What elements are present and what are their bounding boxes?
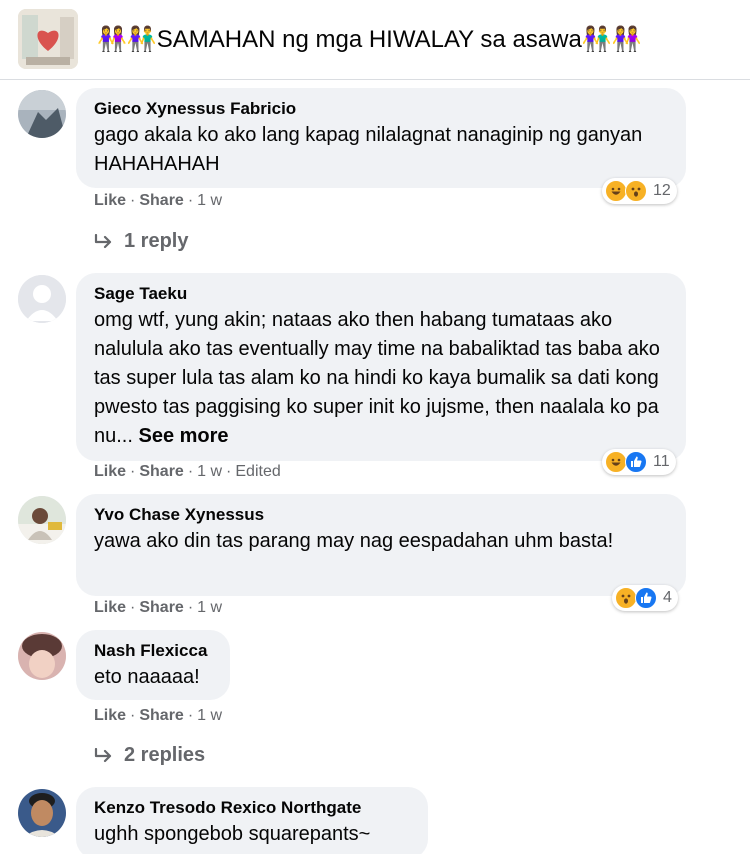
- replies-label: 2 replies: [124, 744, 206, 766]
- reply-arrow-icon: [94, 233, 112, 248]
- comment-author[interactable]: Sage Taeku: [94, 283, 668, 305]
- see-more-link[interactable]: See more: [138, 425, 228, 447]
- comment-bubble: Gieco Xynessus Fabricio gago akala ko ak…: [76, 88, 686, 188]
- like-link[interactable]: Like: [94, 192, 126, 209]
- comment-actions: Like · Share · 1 w: [94, 192, 223, 209]
- like-reaction-icon: [625, 451, 647, 473]
- like-link[interactable]: Like: [94, 599, 126, 616]
- comment-text: ughh spongebob squarepants~: [94, 823, 371, 845]
- reply-arrow-icon: [94, 747, 112, 762]
- wow-reaction-icon: [615, 587, 637, 609]
- comment-time[interactable]: 1 w: [197, 463, 222, 480]
- comment-author[interactable]: Yvo Chase Xynessus: [94, 504, 668, 526]
- comment-actions: Like · Share · 1 w · Edited: [94, 463, 281, 480]
- avatar[interactable]: [18, 90, 66, 138]
- comment-author[interactable]: Nash Flexicca: [94, 640, 212, 662]
- comment-bubble: Yvo Chase Xynessus yawa ako din tas para…: [76, 494, 686, 596]
- reaction-count: 11: [653, 453, 670, 470]
- comment-text: omg wtf, yung akin; nataas ako then haba…: [94, 306, 668, 451]
- reaction-count: 4: [663, 589, 672, 606]
- haha-reaction-icon: [605, 451, 627, 473]
- share-link[interactable]: Share: [139, 707, 183, 724]
- comment-bubble: Sage Taeku omg wtf, yung akin; nataas ak…: [76, 273, 686, 461]
- comment-text: eto naaaaa!: [94, 666, 200, 688]
- haha-reaction-icon: [605, 180, 627, 202]
- edited-label: Edited: [235, 463, 281, 480]
- reaction-summary[interactable]: 12: [602, 178, 677, 204]
- avatar[interactable]: [18, 789, 66, 837]
- like-link[interactable]: Like: [94, 707, 126, 724]
- replies-label: 1 reply: [124, 230, 189, 252]
- comment-time[interactable]: 1 w: [197, 192, 222, 209]
- share-link[interactable]: Share: [139, 192, 183, 209]
- view-replies-link[interactable]: 1 reply: [94, 230, 188, 253]
- avatar[interactable]: [18, 275, 66, 323]
- like-link[interactable]: Like: [94, 463, 126, 480]
- group-avatar[interactable]: [18, 9, 78, 69]
- share-link[interactable]: Share: [139, 599, 183, 616]
- comment-text: yawa ako din tas parang may nag eespadah…: [94, 530, 614, 552]
- comment-author[interactable]: Gieco Xynessus Fabricio: [94, 98, 668, 120]
- like-reaction-icon: [635, 587, 657, 609]
- comment-bubble: Kenzo Tresodo Rexico Northgate ughh spon…: [76, 787, 428, 854]
- group-header: 👭👫SAMAHAN ng mga HIWALAY sa asawa👫👭: [0, 0, 750, 80]
- wow-reaction-icon: [625, 180, 647, 202]
- share-link[interactable]: Share: [139, 463, 183, 480]
- avatar[interactable]: [18, 632, 66, 680]
- comment-actions: Like · Share · 1 w: [94, 599, 223, 616]
- comment-time[interactable]: 1 w: [197, 599, 222, 616]
- group-title[interactable]: 👭👫SAMAHAN ng mga HIWALAY sa asawa👫👭: [97, 26, 642, 54]
- view-replies-link[interactable]: 2 replies: [94, 744, 205, 767]
- avatar[interactable]: [18, 496, 66, 544]
- comment-bubble: Nash Flexicca eto naaaaa!: [76, 630, 230, 700]
- reaction-summary[interactable]: 11: [602, 449, 676, 475]
- comment-time[interactable]: 1 w: [197, 707, 222, 724]
- comment-actions: Like · Share · 1 w: [94, 707, 223, 724]
- comment-text: gago akala ko ako lang kapag nilalagnat …: [94, 124, 643, 175]
- reaction-count: 12: [653, 182, 671, 199]
- reaction-summary[interactable]: 4: [612, 585, 678, 611]
- comment-author[interactable]: Kenzo Tresodo Rexico Northgate: [94, 797, 410, 819]
